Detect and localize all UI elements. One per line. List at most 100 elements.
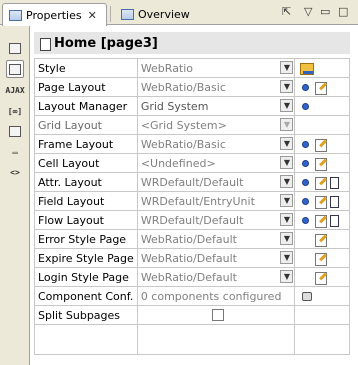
edit-icon[interactable] — [315, 157, 328, 171]
document-icon[interactable] — [330, 176, 340, 189]
property-row-expire-style-page: Expire Style Page WebRatio/Default ▼ — [34, 248, 350, 268]
properties-icon — [9, 9, 22, 21]
properties-panel: Home [page3] Style WebRatio ▼ Page Layout… — [31, 26, 358, 365]
code-button[interactable]: <> — [6, 163, 24, 181]
dot-icon[interactable] — [302, 217, 310, 224]
dot-icon[interactable] — [302, 84, 310, 91]
configure-icon[interactable] — [302, 292, 313, 301]
property-row-component-conf: Component Conf. 0 components configured — [34, 286, 350, 306]
property-value: WRDefault/EntryUnit — [140, 194, 255, 208]
property-name: Attr. Layout — [34, 172, 138, 192]
property-row-login-style-page: Login Style Page WebRatio/Default ▼ — [34, 267, 350, 287]
list-button[interactable] — [6, 39, 24, 57]
chevron-down-icon[interactable]: ▼ — [280, 194, 294, 207]
property-value-dropdown[interactable]: WRDefault/Default ▼ — [136, 210, 296, 230]
property-value: WebRatio/Default — [140, 251, 237, 265]
edit-icon[interactable] — [315, 271, 328, 285]
chevron-down-icon[interactable]: ▼ — [280, 175, 294, 188]
property-name: Component Conf. — [34, 286, 138, 306]
property-value: Grid System — [140, 99, 209, 113]
pin-icon[interactable]: ⇱ — [282, 5, 291, 18]
tab-properties[interactable]: Properties ✕ — [2, 3, 107, 26]
property-value: <Undefined> — [140, 156, 216, 170]
comment-icon: ▭ — [12, 147, 18, 157]
empty-row — [34, 324, 350, 355]
link-button[interactable]: [∞] — [6, 102, 24, 120]
page-icon — [9, 63, 21, 75]
property-name: Page Layout — [34, 77, 138, 97]
property-value-dropdown[interactable]: WebRatio/Default ▼ — [136, 229, 296, 249]
property-value-dropdown[interactable]: WRDefault/Default ▼ — [136, 172, 296, 192]
chevron-down-icon[interactable]: ▼ — [280, 137, 294, 150]
overview-icon — [121, 9, 134, 20]
edit-icon[interactable] — [315, 195, 328, 209]
property-name: Layout Manager — [34, 96, 138, 116]
property-value: WRDefault/Default — [140, 175, 244, 189]
property-value-dropdown[interactable]: WebRatio/Basic ▼ — [136, 77, 296, 97]
edit-icon[interactable] — [315, 81, 328, 95]
page-button[interactable] — [6, 60, 24, 78]
split-subpages-checkbox[interactable] — [211, 309, 224, 321]
property-value: WebRatio/Default — [140, 232, 237, 246]
code-icon: <> — [10, 167, 20, 177]
maximize-icon[interactable]: □ — [338, 5, 348, 18]
edit-icon[interactable] — [315, 176, 328, 190]
dot-icon[interactable] — [302, 160, 310, 167]
ajax-button[interactable]: AJAX — [5, 81, 25, 99]
property-value-dropdown[interactable]: WebRatio ▼ — [136, 58, 296, 78]
link-icon: [∞] — [7, 106, 23, 116]
view-tab-bar: Properties ✕ Overview ⇱ ▽ ▭ □ — [0, 0, 358, 26]
property-value-dropdown[interactable]: WRDefault/EntryUnit ▼ — [136, 191, 296, 211]
property-value-cell — [136, 305, 296, 325]
chevron-down-icon: ▼ — [280, 118, 294, 131]
chevron-down-icon[interactable]: ▼ — [280, 156, 294, 169]
property-value-dropdown[interactable]: WebRatio/Default ▼ — [136, 248, 296, 268]
property-name: Login Style Page — [34, 267, 138, 287]
folder-edit-icon[interactable] — [300, 62, 315, 75]
document-icon[interactable] — [330, 214, 340, 227]
minimize-icon[interactable]: ▭ — [320, 5, 330, 18]
tab-properties-label: Properties — [26, 8, 82, 22]
chevron-down-icon[interactable]: ▼ — [280, 251, 294, 264]
property-row-attr-layout: Attr. Layout WRDefault/Default ▼ — [34, 172, 350, 192]
property-name: Grid Layout — [34, 115, 138, 135]
property-value-dropdown[interactable]: WebRatio/Default ▼ — [136, 267, 296, 287]
page-header: Home [page3] — [34, 32, 350, 54]
property-name: Expire Style Page — [34, 248, 138, 268]
view-menu-icon[interactable]: ▽ — [304, 5, 312, 18]
ajax-icon: AJAX — [5, 85, 25, 95]
dot-icon[interactable] — [302, 103, 310, 110]
property-value-dropdown[interactable]: Grid System ▼ — [136, 96, 296, 116]
edit-icon[interactable] — [315, 252, 328, 266]
property-row-flow-layout: Flow Layout WRDefault/Default ▼ — [34, 210, 350, 230]
list-icon — [9, 42, 21, 54]
property-value-dropdown[interactable]: WebRatio/Basic ▼ — [136, 134, 296, 154]
property-row-layout-manager: Layout Manager Grid System ▼ — [34, 96, 350, 116]
tab-overview[interactable]: Overview — [115, 4, 195, 25]
property-name: Style — [34, 58, 138, 78]
dot-icon[interactable] — [302, 141, 310, 148]
chevron-down-icon[interactable]: ▼ — [280, 80, 294, 93]
chevron-down-icon[interactable]: ▼ — [280, 232, 294, 245]
close-icon[interactable]: ✕ — [88, 9, 97, 22]
edit-icon[interactable] — [315, 233, 328, 247]
tab-divider — [110, 6, 111, 22]
property-value: WebRatio — [140, 61, 194, 75]
edit-icon[interactable] — [315, 214, 328, 228]
property-value-dropdown[interactable]: <Undefined> ▼ — [136, 153, 296, 173]
monitor-icon — [9, 125, 21, 137]
comment-button[interactable]: ▭ — [6, 143, 24, 161]
dot-icon[interactable] — [302, 198, 310, 205]
monitor-button[interactable] — [6, 122, 24, 140]
property-value: WebRatio/Basic — [140, 137, 226, 151]
property-row-frame-layout: Frame Layout WebRatio/Basic ▼ — [34, 134, 350, 154]
property-row-field-layout: Field Layout WRDefault/EntryUnit ▼ — [34, 191, 350, 211]
chevron-down-icon[interactable]: ▼ — [280, 213, 294, 226]
page-title: Home [page3] — [54, 35, 158, 51]
chevron-down-icon[interactable]: ▼ — [280, 99, 294, 112]
edit-icon[interactable] — [315, 138, 328, 152]
chevron-down-icon[interactable]: ▼ — [280, 270, 294, 283]
dot-icon[interactable] — [302, 179, 310, 186]
document-icon[interactable] — [330, 195, 340, 208]
chevron-down-icon[interactable]: ▼ — [280, 61, 294, 74]
